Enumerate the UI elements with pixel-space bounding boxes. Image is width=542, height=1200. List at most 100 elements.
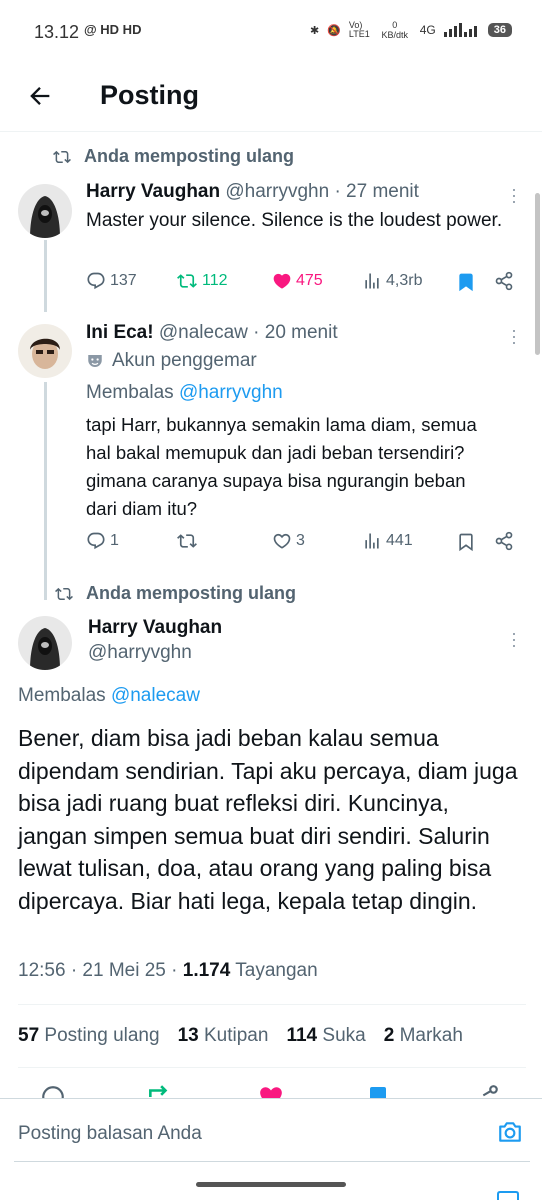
more-options-icon[interactable]: · · · xyxy=(504,624,524,654)
reply-count: 1 xyxy=(110,532,119,549)
like-button[interactable]: 3 xyxy=(272,531,305,551)
share-button[interactable] xyxy=(494,271,514,291)
replying-to-handle[interactable]: @harryvghn xyxy=(179,382,283,403)
thread-connector xyxy=(44,382,47,600)
author-name[interactable]: Harry Vaughan xyxy=(88,617,222,638)
heart-filled-icon xyxy=(273,273,291,289)
bookmarks-stat-label: Markah xyxy=(399,1025,463,1046)
reply-button[interactable]: 1 xyxy=(86,531,119,551)
main-author-name[interactable]: Harry Vaughan xyxy=(88,617,222,639)
home-indicator[interactable] xyxy=(196,1182,346,1187)
like-count: 3 xyxy=(296,532,305,549)
repost-button[interactable]: 112 xyxy=(176,271,228,291)
avatar[interactable] xyxy=(18,616,72,670)
tweet-timestamp: 12:56 · 21 Mei 25 · xyxy=(18,960,183,981)
avatar-image xyxy=(18,324,72,378)
views-count: 4,3rb xyxy=(386,272,423,289)
share-button[interactable] xyxy=(494,531,514,551)
tweet-text: Master your silence. Silence is the loud… xyxy=(86,210,503,231)
reply-input[interactable]: Posting balasan Anda xyxy=(18,1123,202,1145)
tweet-header: Ini Eca! @nalecaw · 20 menit xyxy=(86,322,338,344)
fan-account-label: Akun penggemar xyxy=(86,350,257,372)
engagement-stats: 57 Posting ulang 13 Kutipan 114 Suka 2 M… xyxy=(18,1004,526,1068)
more-options-icon[interactable]: · · · xyxy=(504,321,524,351)
author-handle[interactable]: @harryvghn xyxy=(225,181,329,202)
reposts-stat-label: Posting ulang xyxy=(44,1025,160,1046)
bookmark-button[interactable] xyxy=(456,531,476,553)
status-left-icons: @ HD HD xyxy=(84,22,142,37)
like-button[interactable]: 475 xyxy=(272,271,323,291)
avatar[interactable] xyxy=(18,324,72,378)
avatar-image xyxy=(18,616,72,670)
views-button[interactable]: 4,3rb xyxy=(362,271,422,291)
author-name[interactable]: Ini Eca! xyxy=(86,322,154,343)
status-right-icons: ✱ 🔕 Vo) LTE1 0 KB/dtk 4G 36 xyxy=(310,20,512,40)
image-icon[interactable] xyxy=(496,1191,520,1200)
likes-stat[interactable]: 114 Suka xyxy=(286,1025,365,1047)
share-icon xyxy=(495,271,513,291)
fan-account-text: Akun penggemar xyxy=(112,350,257,371)
replying-to: Membalas @harryvghn xyxy=(86,382,283,404)
quotes-stat-label: Kutipan xyxy=(204,1025,269,1046)
main-author-handle[interactable]: @harryvghn xyxy=(88,642,192,664)
network-type: 4G xyxy=(419,23,436,37)
repost-count: 112 xyxy=(202,272,228,289)
tweet-actions: 1 3 441 xyxy=(86,531,526,561)
back-arrow-icon[interactable] xyxy=(26,82,54,110)
theater-mask-icon xyxy=(88,355,102,367)
main-actions xyxy=(0,1080,542,1100)
share-icon xyxy=(495,531,513,551)
quotes-stat[interactable]: 13 Kutipan xyxy=(178,1025,269,1047)
tweet-actions: 137 112 475 4,3rb xyxy=(86,271,526,301)
tweet-meta: 12:56 · 21 Mei 25 · 1.174 Tayangan xyxy=(18,960,318,982)
repost-button[interactable] xyxy=(176,531,198,551)
bookmark-button[interactable] xyxy=(456,271,476,293)
reply-count: 137 xyxy=(110,272,137,289)
author-handle[interactable]: @harryvghn xyxy=(88,642,192,663)
volte-icon: Vo) LTE1 xyxy=(348,20,370,39)
reply-icon xyxy=(87,532,105,550)
views-count: 1.174 xyxy=(182,960,231,981)
repost-indicator: Anda memposting ulang xyxy=(52,146,294,167)
replying-to-label: Membalas xyxy=(18,685,106,706)
repost-label: Anda memposting ulang xyxy=(84,146,295,166)
bookmarks-stat[interactable]: 2 Markah xyxy=(384,1025,463,1047)
views-icon xyxy=(365,273,379,289)
camera-icon[interactable] xyxy=(496,1119,524,1145)
reply-icon xyxy=(87,272,105,290)
replying-to-handle[interactable]: @nalecaw xyxy=(111,685,200,706)
repost-icon xyxy=(177,274,197,288)
avatar[interactable] xyxy=(18,184,72,238)
scrollbar[interactable] xyxy=(535,193,540,355)
battery-icon: 36 xyxy=(487,23,512,37)
reply-button[interactable]: 137 xyxy=(86,271,137,291)
status-bar: 13.12 @ HD HD ✱ 🔕 Vo) LTE1 0 KB/dtk 4G 36 xyxy=(0,0,542,62)
views-button[interactable]: 441 xyxy=(362,531,413,551)
likes-stat-label: Suka xyxy=(322,1025,366,1046)
signal-icon xyxy=(443,23,477,37)
tweet-text: tapi Harr, bukannya semakin lama diam, s… xyxy=(86,414,477,519)
repost-label: Anda memposting ulang xyxy=(86,583,297,603)
more-options-icon[interactable]: · · · xyxy=(504,180,524,210)
author-name[interactable]: Harry Vaughan xyxy=(86,181,220,202)
like-count: 475 xyxy=(296,272,323,289)
avatar-image xyxy=(18,184,72,238)
bookmarks-stat-count: 2 xyxy=(383,1025,395,1046)
reposts-stat[interactable]: 57 Posting ulang xyxy=(18,1025,160,1047)
main-tweet-text: Bener, diam bisa jadi beban kalau semua … xyxy=(18,725,518,914)
replying-to: Membalas @nalecaw xyxy=(18,685,200,707)
views-icon xyxy=(365,533,379,549)
tweet-header: Harry Vaughan @harryvghn · 27 menit xyxy=(86,181,419,203)
reposts-stat-count: 57 xyxy=(18,1025,40,1046)
thread-connector xyxy=(44,240,47,312)
bookmark-icon xyxy=(459,533,473,552)
network-speed: 0 KB/dtk xyxy=(381,20,408,40)
mute-icon: 🔕 xyxy=(327,24,341,37)
author-handle[interactable]: @nalecaw xyxy=(159,322,248,343)
status-time: 13.12 xyxy=(34,22,80,42)
page-title: Posting xyxy=(100,80,199,110)
bookmark-filled-icon xyxy=(459,273,473,292)
repost-indicator: Anda memposting ulang xyxy=(54,583,296,604)
views-count: 441 xyxy=(386,532,413,549)
top-bar: Posting xyxy=(0,62,542,132)
